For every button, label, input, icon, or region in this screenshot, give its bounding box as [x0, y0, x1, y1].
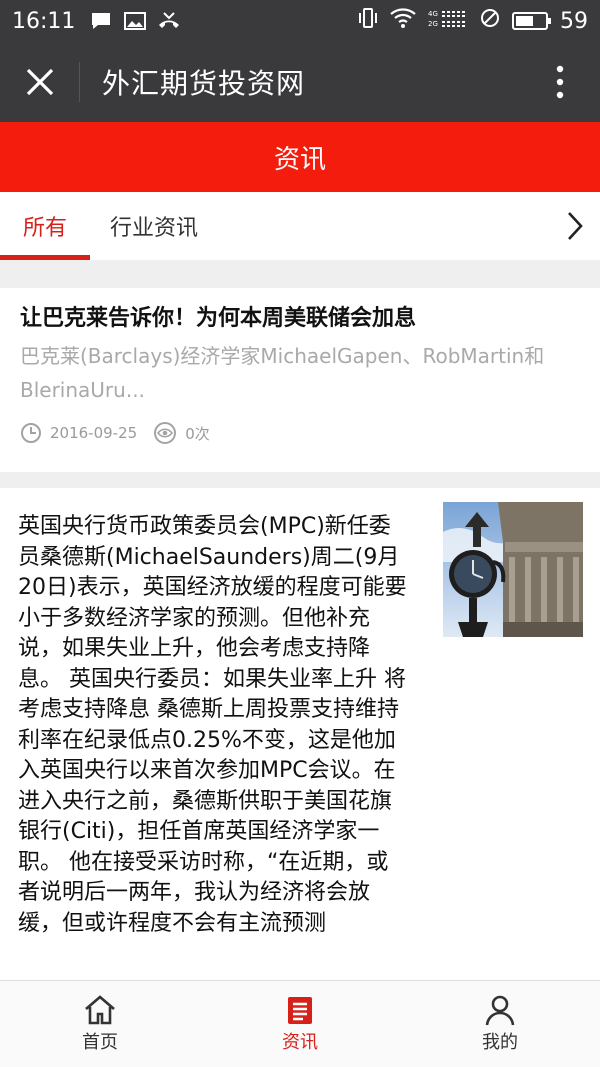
chevron-right-icon: [568, 212, 583, 240]
page-title: 外汇期货投资网: [102, 67, 306, 100]
battery-icon: [512, 12, 551, 30]
section-header: 资讯: [0, 122, 600, 192]
close-button[interactable]: [0, 62, 80, 102]
article-body: 英国央行货币政策委员会(MPC)新任委员桑德斯(MichaelSaunders)…: [18, 514, 407, 936]
article-card[interactable]: 英国央行货币政策委员会(MPC)新任委员桑德斯(MichaelSaunders)…: [0, 488, 600, 980]
article-summary: 巴克莱(Barclays)经济学家MichaelGapen、RobMartin和…: [20, 344, 545, 402]
article-views-text: 0次: [185, 424, 210, 443]
news-icon: [288, 997, 312, 1024]
nav-me[interactable]: 我的: [400, 981, 600, 1067]
tab-all[interactable]: 所有: [0, 192, 90, 260]
nav-news[interactable]: 资讯: [200, 981, 400, 1067]
article-date: 2016-09-25: [20, 422, 137, 444]
cellular-signal-icon: 4G 2G: [428, 8, 468, 34]
article-thumbnail[interactable]: [443, 502, 583, 637]
status-time: 16:11: [12, 8, 76, 34]
more-menu-button[interactable]: [520, 42, 600, 122]
battery-percent: 59: [560, 8, 588, 34]
nav-me-label: 我的: [482, 1032, 518, 1053]
section-title: 资讯: [273, 144, 326, 175]
article-views: 0次: [153, 421, 210, 445]
clock-icon: [21, 423, 41, 443]
svg-text:2G: 2G: [428, 20, 438, 28]
status-bar: 16:11 4G 2G 59: [0, 0, 600, 42]
nav-news-label: 资讯: [282, 1032, 318, 1053]
image-icon: [123, 11, 147, 31]
close-icon: [26, 68, 53, 96]
nav-home[interactable]: 首页: [0, 981, 200, 1067]
bottom-nav: 首页 资讯 我的: [0, 980, 600, 1067]
article-card[interactable]: 让巴克莱告诉你！为何本周美联储会加息 巴克莱(Barclays)经济学家Mich…: [0, 288, 600, 472]
message-icon: [89, 11, 113, 31]
user-icon: [485, 995, 515, 1026]
article-date-text: 2016-09-25: [50, 424, 138, 442]
nav-home-label: 首页: [82, 1032, 118, 1053]
article-title: 让巴克莱告诉你！为何本周美联储会加息: [20, 306, 417, 331]
article-meta: 2016-09-25 0次: [20, 421, 580, 445]
title-bar: 外汇期货投资网: [0, 42, 600, 122]
tab-industry-news[interactable]: 行业资讯: [110, 192, 198, 260]
home-icon: [85, 995, 115, 1025]
category-tabs: 所有 行业资讯: [0, 192, 600, 260]
more-vertical-icon: [556, 65, 564, 99]
missed-call-icon: [157, 11, 181, 31]
vibrate-icon: [358, 7, 378, 35]
view-count-icon: [154, 422, 177, 444]
wifi-icon: [390, 8, 416, 34]
divider: [0, 472, 600, 488]
svg-text:4G: 4G: [428, 10, 438, 18]
no-sim-icon: [480, 8, 500, 34]
tabs-scroll-right-button[interactable]: [550, 192, 600, 260]
divider: [0, 260, 600, 288]
